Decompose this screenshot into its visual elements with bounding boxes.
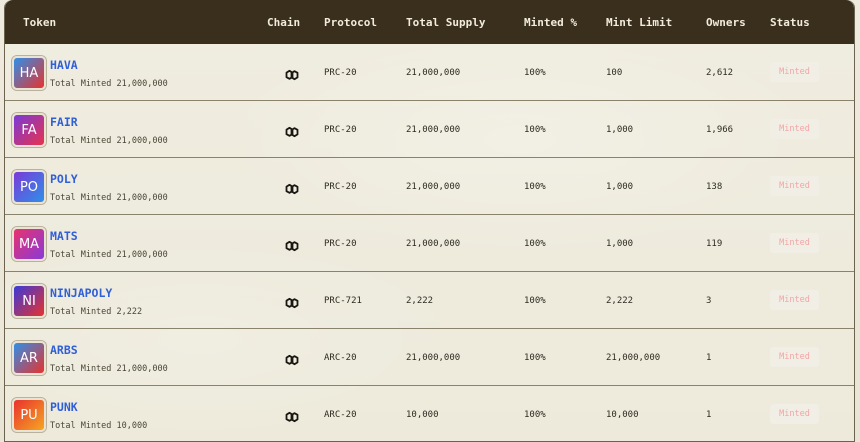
token-name[interactable]: MATS <box>50 229 78 243</box>
minted-percent-cell: 100% <box>524 353 546 363</box>
mint-limit-cell: 10,000 <box>606 410 639 420</box>
polygon-icon <box>284 408 300 423</box>
protocol-cell: ARC-20 <box>324 410 357 420</box>
total-supply-cell: 21,000,000 <box>406 125 461 135</box>
token-avatar: HA <box>12 56 46 90</box>
token-total-minted: Total Minted 21,000,000 <box>50 193 168 203</box>
total-supply-cell: 21,000,000 <box>406 182 461 192</box>
status-badge: Minted <box>770 62 819 82</box>
token-total-minted: Total Minted 21,000,000 <box>50 79 168 89</box>
header-minted-percent[interactable]: Minted % <box>524 16 577 29</box>
mint-limit-cell: 1,000 <box>606 182 634 192</box>
owners-cell: 138 <box>706 182 723 192</box>
owners-cell: 3 <box>706 296 712 306</box>
token-name[interactable]: PUNK <box>50 400 78 414</box>
minted-percent-cell: 100% <box>524 239 546 249</box>
minted-percent-cell: 100% <box>524 182 546 192</box>
mint-limit-cell: 2,222 <box>606 296 634 306</box>
total-supply-cell: 10,000 <box>406 410 439 420</box>
status-badge: Minted <box>770 404 819 424</box>
mint-limit-cell: 21,000,000 <box>606 353 661 363</box>
token-name[interactable]: ARBS <box>50 343 78 357</box>
status-badge: Minted <box>770 176 819 196</box>
token-total-minted: Total Minted 10,000 <box>50 421 148 431</box>
protocol-cell: PRC-20 <box>324 239 357 249</box>
token-avatar: PU <box>12 398 46 432</box>
token-avatar: MA <box>12 227 46 261</box>
table-row[interactable]: FA FAIR Total Minted 21,000,000 PRC-20 21,00… <box>5 101 854 158</box>
table-row[interactable]: PO POLY Total Minted 21,000,000 PRC-20 21,00… <box>5 158 854 215</box>
mint-limit-cell: 1,000 <box>606 239 634 249</box>
owners-cell: 1,966 <box>706 125 734 135</box>
protocol-cell: PRC-20 <box>324 68 357 78</box>
total-supply-cell: 21,000,000 <box>406 68 461 78</box>
polygon-icon <box>284 237 300 252</box>
token-total-minted: Total Minted 2,222 <box>50 307 143 317</box>
minted-percent-cell: 100% <box>524 68 546 78</box>
token-name[interactable]: HAVA <box>50 58 78 72</box>
token-total-minted: Total Minted 21,000,000 <box>50 250 168 260</box>
owners-cell: 119 <box>706 239 723 249</box>
protocol-cell: PRC-721 <box>324 296 362 306</box>
token-table: Token Chain Protocol Total Supply Minted… <box>4 0 855 442</box>
minted-percent-cell: 100% <box>524 410 546 420</box>
header-total-supply[interactable]: Total Supply <box>406 16 485 29</box>
total-supply-cell: 2,222 <box>406 296 434 306</box>
table-row[interactable]: NI NINJAPOLY Total Minted 2,222 PRC-721 2,22… <box>5 272 854 329</box>
header-chain[interactable]: Chain <box>267 16 300 29</box>
table-row[interactable]: HA HAVA Total Minted 21,000,000 PRC-20 21,00… <box>5 44 854 101</box>
minted-percent-cell: 100% <box>524 125 546 135</box>
token-avatar: NI <box>12 284 46 318</box>
token-total-minted: Total Minted 21,000,000 <box>50 136 168 146</box>
protocol-cell: PRC-20 <box>324 125 357 135</box>
header-mint-limit[interactable]: Mint Limit <box>606 16 672 29</box>
minted-percent-cell: 100% <box>524 296 546 306</box>
owners-cell: 1 <box>706 353 712 363</box>
table-body: HA HAVA Total Minted 21,000,000 PRC-20 21,00… <box>5 44 854 441</box>
mint-limit-cell: 100 <box>606 68 623 78</box>
table-row[interactable]: MA MATS Total Minted 21,000,000 PRC-20 21,00… <box>5 215 854 272</box>
owners-cell: 1 <box>706 410 712 420</box>
protocol-cell: ARC-20 <box>324 353 357 363</box>
token-name[interactable]: POLY <box>50 172 78 186</box>
status-badge: Minted <box>770 347 819 367</box>
total-supply-cell: 21,000,000 <box>406 353 461 363</box>
table-header: Token Chain Protocol Total Supply Minted… <box>5 0 854 44</box>
status-badge: Minted <box>770 119 819 139</box>
mint-limit-cell: 1,000 <box>606 125 634 135</box>
header-token[interactable]: Token <box>23 16 56 29</box>
polygon-icon <box>284 66 300 81</box>
token-name[interactable]: FAIR <box>50 115 78 129</box>
table-row[interactable]: PU PUNK Total Minted 10,000 ARC-20 10,000 100… <box>5 386 854 441</box>
status-badge: Minted <box>770 233 819 253</box>
polygon-icon <box>284 294 300 309</box>
token-total-minted: Total Minted 21,000,000 <box>50 364 168 374</box>
table-row[interactable]: AR ARBS Total Minted 21,000,000 ARC-20 21,00… <box>5 329 854 386</box>
header-owners[interactable]: Owners <box>706 16 746 29</box>
token-name[interactable]: NINJAPOLY <box>50 286 112 300</box>
token-avatar: FA <box>12 113 46 147</box>
owners-cell: 2,612 <box>706 68 734 78</box>
polygon-icon <box>284 123 300 138</box>
protocol-cell: PRC-20 <box>324 182 357 192</box>
polygon-icon <box>284 180 300 195</box>
status-badge: Minted <box>770 290 819 310</box>
token-avatar: PO <box>12 170 46 204</box>
total-supply-cell: 21,000,000 <box>406 239 461 249</box>
header-status[interactable]: Status <box>770 16 810 29</box>
polygon-icon <box>284 351 300 366</box>
header-protocol[interactable]: Protocol <box>324 16 377 29</box>
token-avatar: AR <box>12 341 46 375</box>
